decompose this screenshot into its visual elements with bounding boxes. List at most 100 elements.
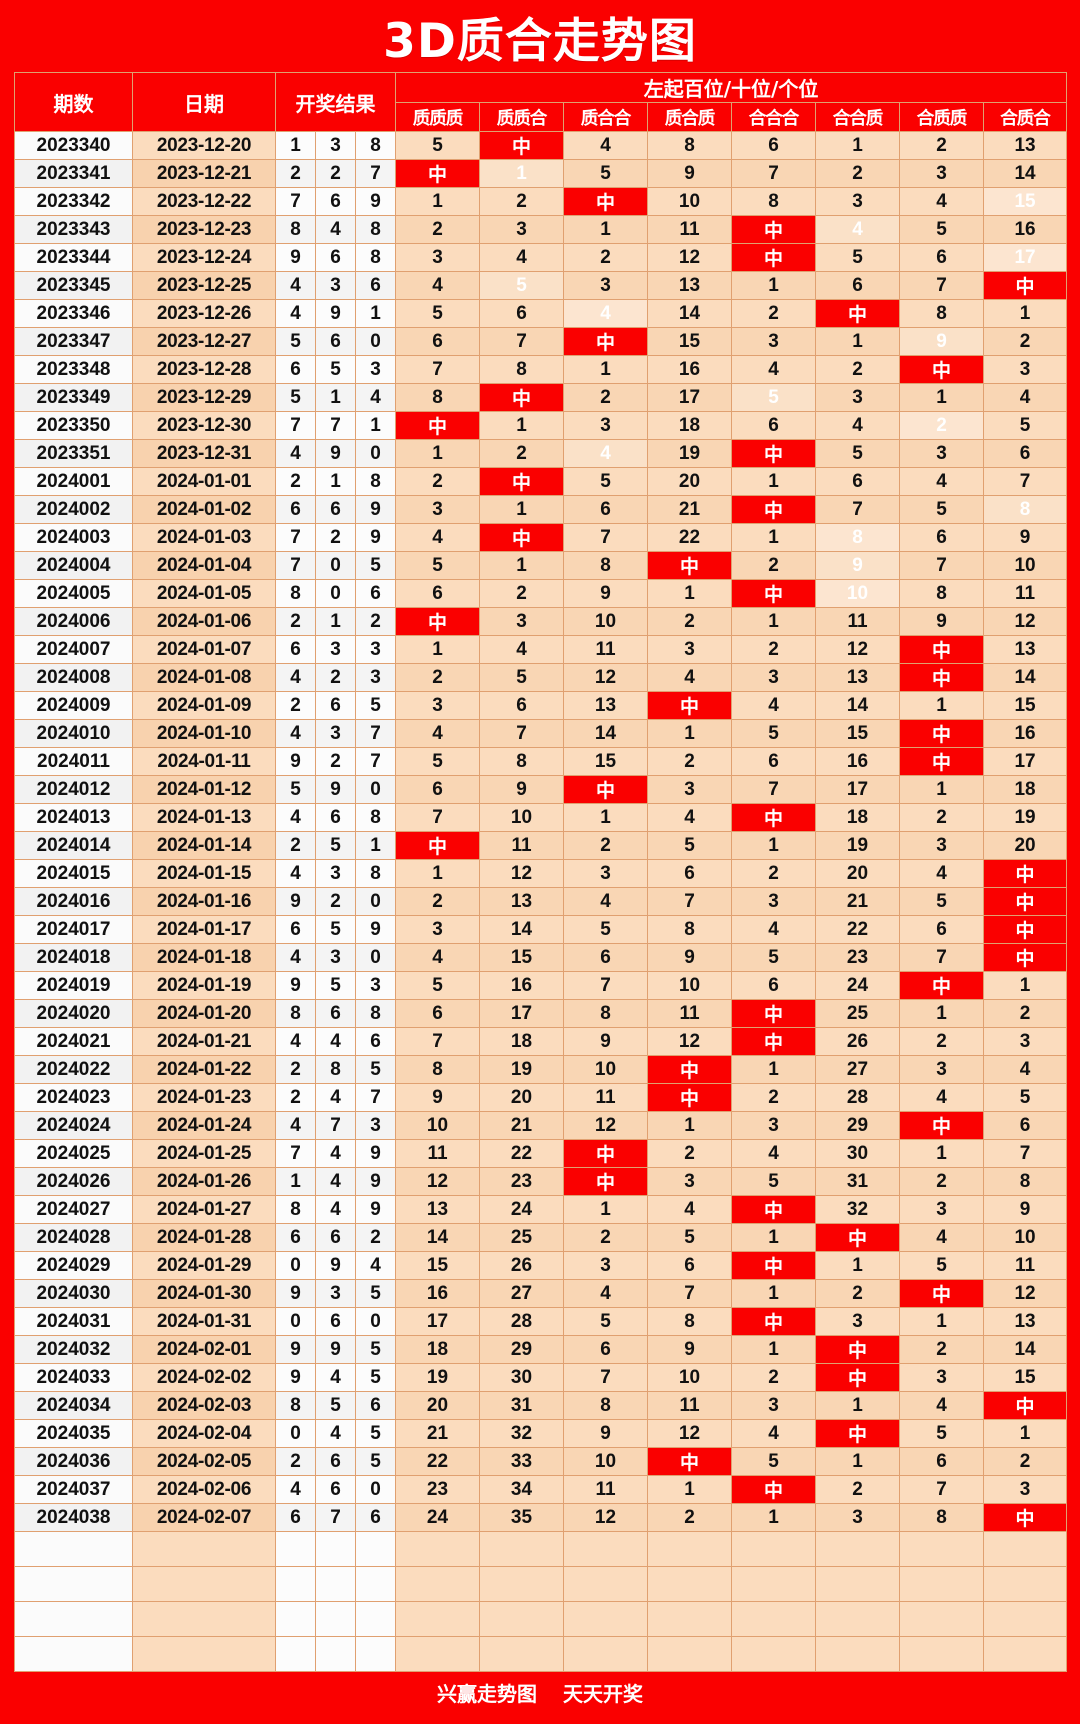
cell-value: 3 [982, 355, 1068, 384]
cell-hit-marker: 中 [563, 187, 648, 216]
cell-ball-0: 6 [275, 1503, 316, 1532]
cell-ball-0: 8 [275, 1195, 316, 1224]
cell-value-empty [479, 1601, 564, 1637]
cell-date: 2024-01-27 [132, 1195, 276, 1224]
cell-ball-1: 6 [315, 1307, 356, 1336]
cell-value: 5 [395, 299, 480, 328]
cell-value: 1 [899, 1307, 984, 1336]
cell-value: 14 [815, 691, 900, 720]
table-row: 2024024 2024-01-24 4 7 3 10 21 12 1 3 29 中 6 [14, 1111, 1068, 1140]
cell-ball-1: 1 [315, 607, 356, 636]
cell-date: 2024-01-02 [132, 495, 276, 524]
cell-value: 6 [899, 243, 984, 272]
cell-value: 31 [479, 1391, 564, 1420]
cell-value: 1 [563, 355, 648, 384]
cell-date-empty [132, 1601, 276, 1637]
footer-left-text: 兴赢走势图 [437, 1681, 537, 1706]
cell-value: 12 [647, 243, 732, 272]
cell-value: 3 [731, 887, 816, 916]
cell-value: 23 [395, 1475, 480, 1504]
cell-value: 3 [479, 607, 564, 636]
cell-date: 2023-12-23 [132, 215, 276, 244]
cell-issue: 2024008 [14, 663, 133, 692]
table-row: 2023346 2023-12-26 4 9 1 5 6 4 14 2 中 8 1 [14, 299, 1068, 328]
cell-ball-0: 0 [275, 1251, 316, 1280]
cell-value: 1 [647, 579, 732, 608]
cell-ball-1: 4 [315, 1027, 356, 1056]
cell-ball-0: 9 [275, 1279, 316, 1308]
cell-issue: 2023351 [14, 439, 133, 468]
cell-ball-2: 6 [355, 579, 396, 608]
cell-value: 12 [563, 1503, 648, 1532]
cell-value: 31 [815, 1167, 900, 1196]
cell-ball-2: 1 [355, 411, 396, 440]
cell-date: 2024-01-18 [132, 943, 276, 972]
cell-value: 3 [395, 243, 480, 272]
table-row: 2024012 2024-01-12 5 9 0 6 9 中 3 7 17 1 18 [14, 775, 1068, 804]
cell-value-empty [899, 1601, 984, 1637]
cell-value: 5 [479, 663, 564, 692]
cell-ball-1: 1 [315, 383, 356, 412]
cell-date: 2024-01-10 [132, 719, 276, 748]
cell-ball-1: 6 [315, 327, 356, 356]
cell-value: 16 [982, 719, 1068, 748]
cell-ball-1: 6 [315, 495, 356, 524]
cell-value: 2 [982, 1447, 1068, 1476]
table-row: 2023342 2023-12-22 7 6 9 1 2 中 10 8 3 4 15 [14, 187, 1068, 216]
cell-value: 2 [982, 327, 1068, 356]
cell-ball-0: 7 [275, 551, 316, 580]
cell-issue-empty [14, 1531, 133, 1567]
cell-value: 4 [731, 355, 816, 384]
cell-value-empty [563, 1531, 648, 1567]
cell-ball-0: 6 [275, 915, 316, 944]
cell-ball-0: 4 [275, 663, 316, 692]
cell-value: 8 [395, 1055, 480, 1084]
cell-value: 1 [815, 1447, 900, 1476]
cell-issue: 2024017 [14, 915, 133, 944]
cell-ball-2: 5 [355, 1363, 396, 1392]
cell-value: 17 [395, 1307, 480, 1336]
cell-ball-0: 4 [275, 299, 316, 328]
cell-issue: 2024001 [14, 467, 133, 496]
cell-value: 3 [899, 1055, 984, 1084]
cell-value: 2 [563, 831, 648, 860]
cell-hit-marker: 中 [647, 1447, 732, 1476]
cell-value: 5 [899, 887, 984, 916]
cell-value: 2 [815, 159, 900, 188]
cell-value: 7 [563, 1363, 648, 1392]
cell-issue: 2024011 [14, 747, 133, 776]
cell-value: 1 [563, 803, 648, 832]
cell-value: 5 [395, 971, 480, 1000]
cell-value: 1 [479, 551, 564, 580]
cell-value: 4 [563, 439, 648, 468]
cell-value: 7 [899, 1475, 984, 1504]
cell-value: 1 [731, 271, 816, 300]
cell-hit-marker: 中 [731, 1251, 816, 1280]
cell-value: 1 [731, 1503, 816, 1532]
cell-hit-marker: 中 [395, 411, 480, 440]
cell-hit-marker: 中 [563, 775, 648, 804]
cell-value: 32 [479, 1419, 564, 1448]
cell-ball-0: 1 [275, 1167, 316, 1196]
cell-issue: 2024015 [14, 859, 133, 888]
cell-ball-2: 6 [355, 271, 396, 300]
cell-value: 21 [647, 495, 732, 524]
table-row: 2024033 2024-02-02 9 4 5 19 30 7 10 2 中 3 15 [14, 1363, 1068, 1392]
cell-ball-2: 5 [355, 551, 396, 580]
cell-issue: 2024013 [14, 803, 133, 832]
cell-issue: 2024003 [14, 523, 133, 552]
cell-value: 1 [899, 691, 984, 720]
cell-value: 2 [899, 1335, 984, 1364]
cell-issue: 2023344 [14, 243, 133, 272]
cell-value: 6 [731, 131, 816, 160]
header-col-0: 质质质 [395, 102, 480, 132]
table-row: 2024018 2024-01-18 4 3 0 4 15 6 9 5 23 7 中 [14, 943, 1068, 972]
cell-value: 9 [479, 775, 564, 804]
cell-date: 2024-01-06 [132, 607, 276, 636]
header-col-7: 合质合 [982, 102, 1068, 132]
cell-date: 2024-01-04 [132, 551, 276, 580]
cell-value: 13 [647, 271, 732, 300]
cell-value: 1 [899, 999, 984, 1028]
cell-ball-empty [315, 1636, 356, 1672]
cell-ball-0: 8 [275, 1391, 316, 1420]
